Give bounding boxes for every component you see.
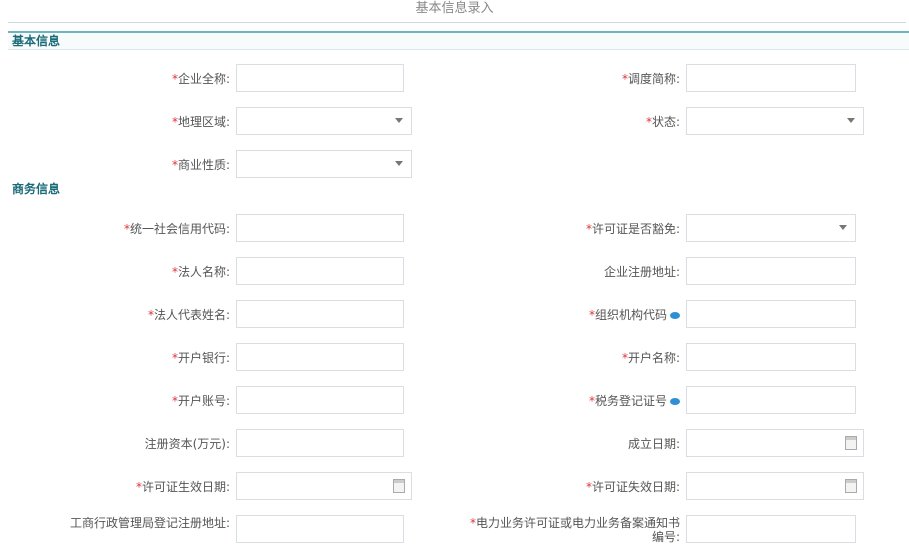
divider [8, 22, 906, 23]
found-date-label: 成立日期: [627, 437, 680, 451]
row-addresses: 工商行政管理局登记注册地址: *电力业务许可证或电力业务备案通知书编号: [0, 515, 909, 545]
calendar-icon[interactable] [393, 479, 405, 493]
status-select[interactable] [686, 107, 864, 135]
license-expire-label: *许可证失效日期: [585, 480, 680, 494]
reg-address-input[interactable] [686, 257, 856, 285]
license-type-select[interactable] [686, 214, 856, 242]
calendar-icon[interactable] [845, 436, 857, 450]
tax-no-input[interactable] [686, 386, 856, 414]
license-valid-label: *许可证生效日期: [135, 480, 230, 494]
account-name-label: *开户名称: [621, 351, 680, 365]
row-license-dates: *许可证生效日期: *许可证失效日期: [0, 472, 909, 502]
row-capital: 注册资本(万元): 成立日期: [0, 429, 909, 459]
row-credit: *统一社会信用代码: *许可证是否豁免: [0, 214, 909, 244]
region-label: *地理区域: [171, 115, 230, 129]
legal-name-label: *法人名称: [171, 265, 230, 279]
row-industry: *商业性质: [0, 150, 909, 180]
reg-address-label: 企业注册地址: [603, 265, 680, 279]
short-name-input[interactable] [686, 64, 856, 92]
org-code-label: *组织机构代码 [480, 300, 680, 330]
credit-code-label: *统一社会信用代码: [123, 222, 230, 236]
found-date-input[interactable] [686, 429, 864, 457]
aic-address-label: 工商行政管理局登记注册地址: [69, 516, 230, 530]
industry-label: *商业性质: [171, 158, 230, 172]
legal-rep-label: *法人代表姓名: [147, 308, 230, 322]
row-company: *企业全称: *调度简称: [0, 64, 909, 94]
power-license-input[interactable] [686, 515, 856, 543]
info-icon[interactable] [670, 398, 680, 405]
account-no-label: *开户账号: [171, 394, 230, 408]
power-license-label: *电力业务许可证或电力业务备案通知书编号: [470, 516, 681, 544]
capital-input[interactable] [236, 429, 404, 457]
chevron-down-icon [847, 118, 855, 123]
legal-name-input[interactable] [236, 257, 404, 285]
license-expire-input[interactable] [686, 472, 864, 500]
info-icon[interactable] [670, 312, 680, 319]
capital-label: 注册资本(万元): [144, 437, 230, 451]
status-label: *状态: [645, 115, 680, 129]
tax-no-label: *税务登记证号 [480, 386, 680, 416]
chevron-down-icon [395, 161, 403, 166]
page-title: 基本信息录入 [415, 1, 494, 16]
row-bank: *开户银行: *开户名称: [0, 343, 909, 373]
license-type-label: *许可证是否豁免: [585, 222, 680, 236]
credit-code-input[interactable] [236, 214, 404, 242]
account-name-input[interactable] [686, 343, 856, 371]
aic-address-input[interactable] [236, 515, 404, 543]
account-no-input[interactable] [236, 386, 404, 414]
company-fullname-label: *企业全称: [171, 72, 230, 86]
row-region: *地理区域: *状态: [0, 107, 909, 137]
bank-input[interactable] [236, 343, 404, 371]
bank-label: *开户银行: [171, 351, 230, 365]
row-account-no: *开户账号: *税务登记证号 [0, 386, 909, 416]
section-header-business: 商务信息 [12, 182, 61, 196]
row-legal-rep: *法人代表姓名: *组织机构代码 [0, 300, 909, 330]
company-fullname-input[interactable] [236, 64, 404, 92]
license-valid-input[interactable] [236, 472, 412, 500]
org-code-input[interactable] [686, 300, 856, 328]
chevron-down-icon [839, 225, 847, 230]
chevron-down-icon [395, 118, 403, 123]
industry-select[interactable] [236, 150, 412, 178]
row-legal-name: *法人名称: 企业注册地址: [0, 257, 909, 287]
legal-rep-input[interactable] [236, 300, 404, 328]
short-name-label: *调度简称: [621, 72, 680, 86]
region-select[interactable] [236, 107, 412, 135]
section-header-basic: 基本信息 [8, 31, 909, 50]
calendar-icon[interactable] [845, 479, 857, 493]
